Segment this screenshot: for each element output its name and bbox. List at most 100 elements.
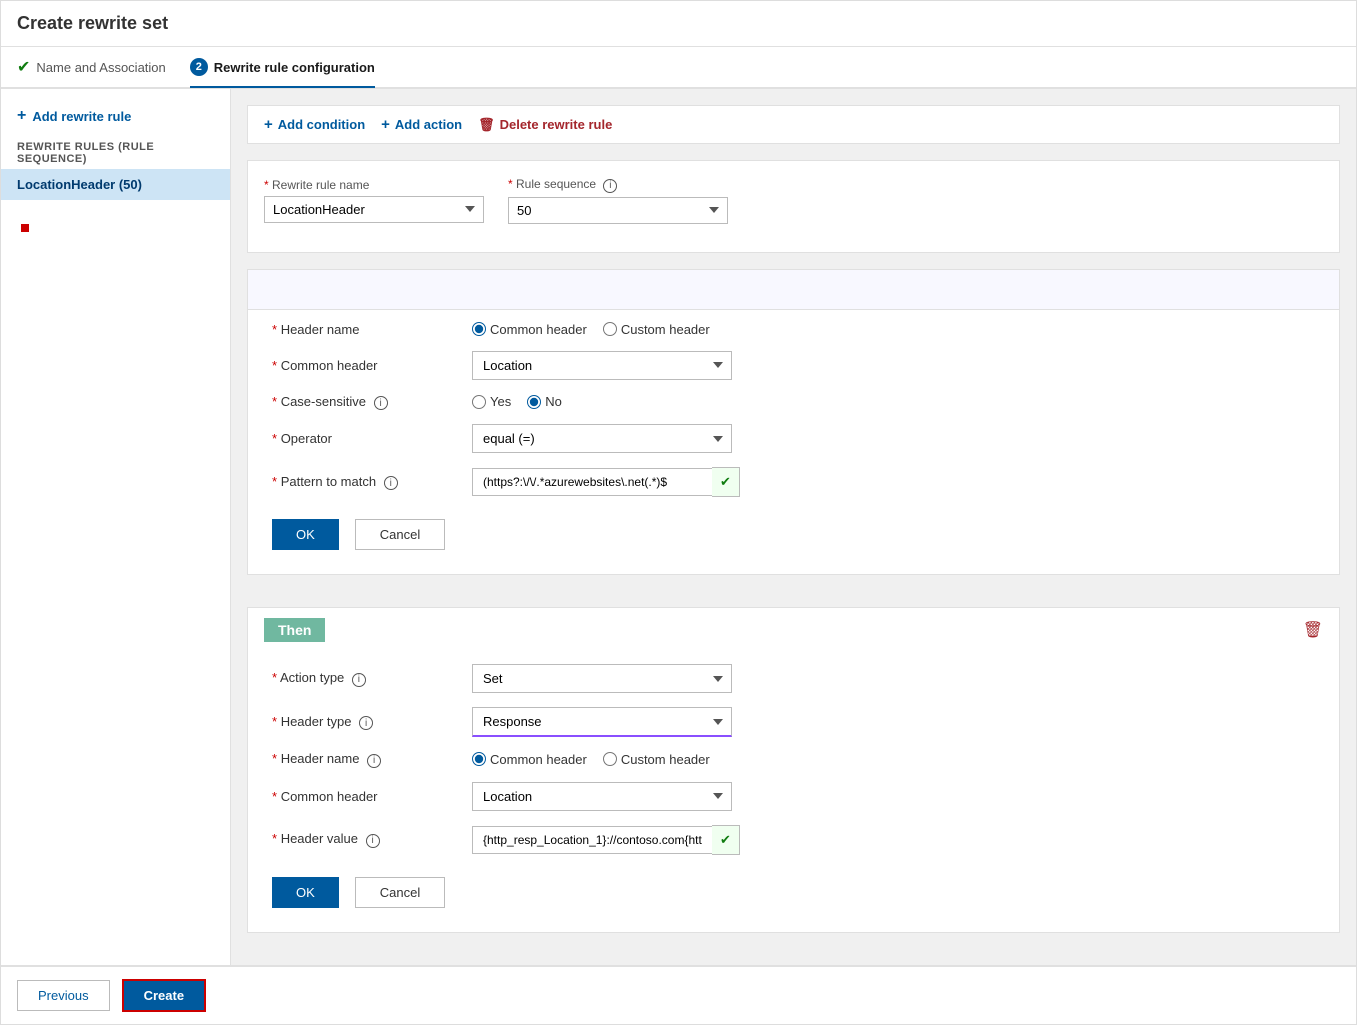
condition-btn-row: OK Cancel — [272, 511, 1315, 558]
custom-header-radio-label[interactable]: Custom header — [603, 322, 710, 337]
condition-common-header-row: * Common header Location — [272, 351, 1315, 380]
check-icon: ✔ — [17, 57, 30, 77]
then-block: Then 🗑 * Action type i Set — [247, 607, 1340, 933]
add-action-button[interactable]: + Add action — [381, 116, 462, 133]
condition-header-name-row: * Header name Common header Custom — [272, 322, 1315, 337]
then-header-type-label: * Header type i — [272, 714, 472, 731]
add-rewrite-rule-label: Add rewrite rule — [32, 109, 131, 124]
rule-seq-info-icon[interactable]: i — [603, 179, 617, 193]
rule-name-select[interactable]: LocationHeader — [264, 196, 484, 223]
tab-rule-config-label: Rewrite rule configuration — [214, 60, 375, 75]
condition-header-name-value: Common header Custom header — [472, 322, 710, 337]
header-type-dropdown[interactable]: Response — [472, 707, 732, 737]
main-content: + Add rewrite rule REWRITE RULES (RULE S… — [1, 89, 1356, 965]
condition-operator-dropdown[interactable]: equal (=) — [472, 424, 732, 453]
pattern-input[interactable] — [472, 468, 712, 496]
tab-rule-config[interactable]: 2 Rewrite rule configuration — [190, 48, 375, 88]
header-value-input[interactable] — [472, 826, 712, 854]
condition-operator-row: * Operator equal (=) — [272, 424, 1315, 453]
rule-name-dropdown[interactable]: LocationHeader — [264, 196, 484, 223]
then-common-header-radio-label[interactable]: Common header — [472, 752, 587, 767]
condition-pattern-label: * Pattern to match i — [272, 474, 472, 491]
condition-header-name-label: * Header name — [272, 322, 472, 337]
then-header-name-label: * Header name i — [272, 751, 472, 768]
plus-icon: + — [17, 107, 26, 125]
then-common-header-dropdown[interactable]: Location — [472, 782, 732, 811]
add-condition-label: Add condition — [278, 117, 365, 132]
then-action-type-label: * Action type i — [272, 670, 472, 687]
previous-button[interactable]: Previous — [17, 980, 110, 1011]
condition-pattern-value: ✔ — [472, 467, 740, 497]
delete-rule-label: Delete rewrite rule — [500, 117, 613, 132]
then-cancel-button[interactable]: Cancel — [355, 877, 445, 908]
case-yes-label[interactable]: Yes — [472, 394, 511, 409]
add-condition-plus-icon: + — [264, 116, 273, 133]
then-delete-icon[interactable]: 🗑 — [1303, 620, 1323, 640]
header-name-radio-group: Common header Custom header — [472, 322, 710, 337]
toolbar: + Add condition + Add action 🗑 Delete re… — [247, 105, 1340, 144]
action-type-info-icon[interactable]: i — [352, 673, 366, 687]
then-common-header-row: * Common header Location — [272, 782, 1315, 811]
case-sensitive-info-icon[interactable]: i — [374, 396, 388, 410]
then-header-name-radio-group: Common header Custom header — [472, 752, 710, 767]
condition-common-header-select[interactable]: Location — [472, 351, 732, 380]
action-type-dropdown[interactable]: Set — [472, 664, 732, 693]
then-common-header-select[interactable]: Location — [472, 782, 732, 811]
condition-case-sensitive-label: * Case-sensitive i — [272, 394, 472, 411]
trash-icon: 🗑 — [478, 117, 495, 133]
rule-seq-dropdown[interactable]: 50 — [508, 197, 728, 224]
rule-seq-field: * Rule sequence i 50 — [508, 177, 728, 224]
tab-num-icon: 2 — [190, 58, 208, 76]
common-header-radio-label[interactable]: Common header — [472, 322, 587, 337]
common-header-option-label: Common header — [490, 322, 587, 337]
then-ok-button[interactable]: OK — [272, 877, 339, 908]
page-title: Create rewrite set — [1, 1, 1356, 47]
header-type-info-icon[interactable]: i — [359, 716, 373, 730]
then-header-name-info-icon[interactable]: i — [367, 754, 381, 768]
rule-seq-label: * Rule sequence i — [508, 177, 728, 193]
then-action-type-value: Set — [472, 664, 732, 693]
case-no-radio[interactable] — [527, 395, 541, 409]
then-header-type-value: Response — [472, 707, 732, 737]
separator — [247, 591, 1340, 607]
pattern-check-icon: ✔ — [712, 467, 740, 497]
custom-header-radio[interactable] — [603, 322, 617, 336]
then-custom-header-radio-label[interactable]: Custom header — [603, 752, 710, 767]
case-yes-radio[interactable] — [472, 395, 486, 409]
pattern-info-icon[interactable]: i — [384, 476, 398, 490]
condition-cancel-button[interactable]: Cancel — [355, 519, 445, 550]
then-action-type-row: * Action type i Set — [272, 664, 1315, 693]
add-condition-button[interactable]: + Add condition — [264, 116, 365, 133]
footer: Previous Create — [1, 965, 1356, 1024]
header-value-info-icon[interactable]: i — [366, 834, 380, 848]
then-btn-row: OK Cancel — [272, 869, 1315, 916]
header-value-check-icon: ✔ — [712, 825, 740, 855]
create-button[interactable]: Create — [122, 979, 206, 1012]
then-header-value-value: ✔ — [472, 825, 740, 855]
case-no-text: No — [545, 394, 562, 409]
header-value-input-group: ✔ — [472, 825, 740, 855]
content-area: + Add condition + Add action 🗑 Delete re… — [231, 89, 1356, 965]
condition-operator-label: * Operator — [272, 431, 472, 446]
then-common-header-radio[interactable] — [472, 752, 486, 766]
condition-common-header-dropdown[interactable]: Location — [472, 351, 732, 380]
then-block-header: Then 🗑 — [248, 608, 1339, 652]
then-custom-header-radio[interactable] — [603, 752, 617, 766]
rule-seq-select[interactable]: 50 — [508, 197, 728, 224]
then-header-name-row: * Header name i Common header Custom hea… — [272, 751, 1315, 768]
condition-operator-select[interactable]: equal (=) — [472, 424, 732, 453]
condition-ok-button[interactable]: OK — [272, 519, 339, 550]
case-sensitive-radio-group: Yes No — [472, 394, 562, 409]
sidebar-item-locationheader[interactable]: LocationHeader (50) — [1, 169, 230, 200]
add-rewrite-rule-button[interactable]: + Add rewrite rule — [1, 101, 230, 131]
action-type-select[interactable]: Set — [472, 664, 732, 693]
then-common-header-option: Common header — [490, 752, 587, 767]
pattern-input-group: ✔ — [472, 467, 740, 497]
rule-form-row: * Rewrite rule name LocationHeader * Rul… — [264, 177, 1323, 224]
case-no-label[interactable]: No — [527, 394, 562, 409]
then-header-value-label: * Header value i — [272, 831, 472, 848]
header-type-select[interactable]: Response — [472, 707, 732, 737]
delete-rewrite-rule-button[interactable]: 🗑 Delete rewrite rule — [478, 117, 612, 133]
common-header-radio[interactable] — [472, 322, 486, 336]
tab-name-association[interactable]: ✔ Name and Association — [17, 47, 166, 89]
